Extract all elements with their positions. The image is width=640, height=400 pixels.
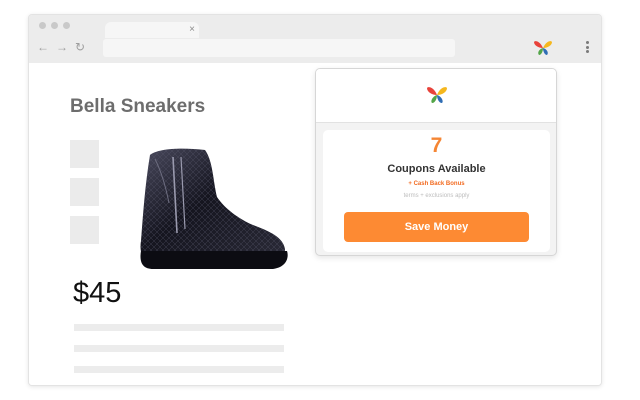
- browser-toolbar: × ← → ↻: [29, 15, 601, 63]
- navigation-controls: ← → ↻: [37, 39, 85, 55]
- coupons-available-label: Coupons Available: [387, 163, 486, 175]
- product-thumbnail-2[interactable]: [70, 178, 99, 206]
- save-money-button[interactable]: Save Money: [344, 212, 529, 242]
- cash-back-bonus-label[interactable]: + Cash Back Bonus: [323, 181, 550, 187]
- reload-icon[interactable]: ↻: [75, 39, 85, 55]
- coupon-card: 7 Coupons Available + Cash Back Bonus te…: [323, 130, 550, 252]
- butterfly-logo-icon: [427, 87, 447, 103]
- window-controls: [39, 22, 70, 29]
- coupon-count: 7: [430, 134, 443, 157]
- forward-arrow-icon[interactable]: →: [56, 39, 68, 55]
- minimize-window-dot[interactable]: [51, 22, 58, 29]
- boot-product-image: [140, 148, 288, 269]
- product-price: $45: [73, 277, 122, 309]
- description-placeholder-line-1: [74, 324, 284, 331]
- close-window-dot[interactable]: [39, 22, 46, 29]
- browser-tab[interactable]: ×: [105, 22, 199, 38]
- kebab-menu-icon[interactable]: [584, 39, 590, 55]
- tab-close-icon[interactable]: ×: [189, 23, 195, 37]
- butterfly-extension-icon[interactable]: [533, 39, 553, 57]
- popup-header: [316, 69, 556, 123]
- maximize-window-dot[interactable]: [63, 22, 70, 29]
- product-thumbnail-1[interactable]: [70, 140, 99, 168]
- product-title: Bella Sneakers: [70, 96, 206, 117]
- address-bar[interactable]: [103, 39, 455, 57]
- coupon-extension-popup: 7 Coupons Available + Cash Back Bonus te…: [315, 68, 557, 256]
- description-placeholder-line-3: [74, 366, 284, 373]
- product-thumbnail-3[interactable]: [70, 216, 99, 244]
- description-placeholder-line-2: [74, 345, 284, 352]
- terms-label[interactable]: terms + exclusions apply: [323, 193, 550, 199]
- back-arrow-icon[interactable]: ←: [37, 39, 49, 55]
